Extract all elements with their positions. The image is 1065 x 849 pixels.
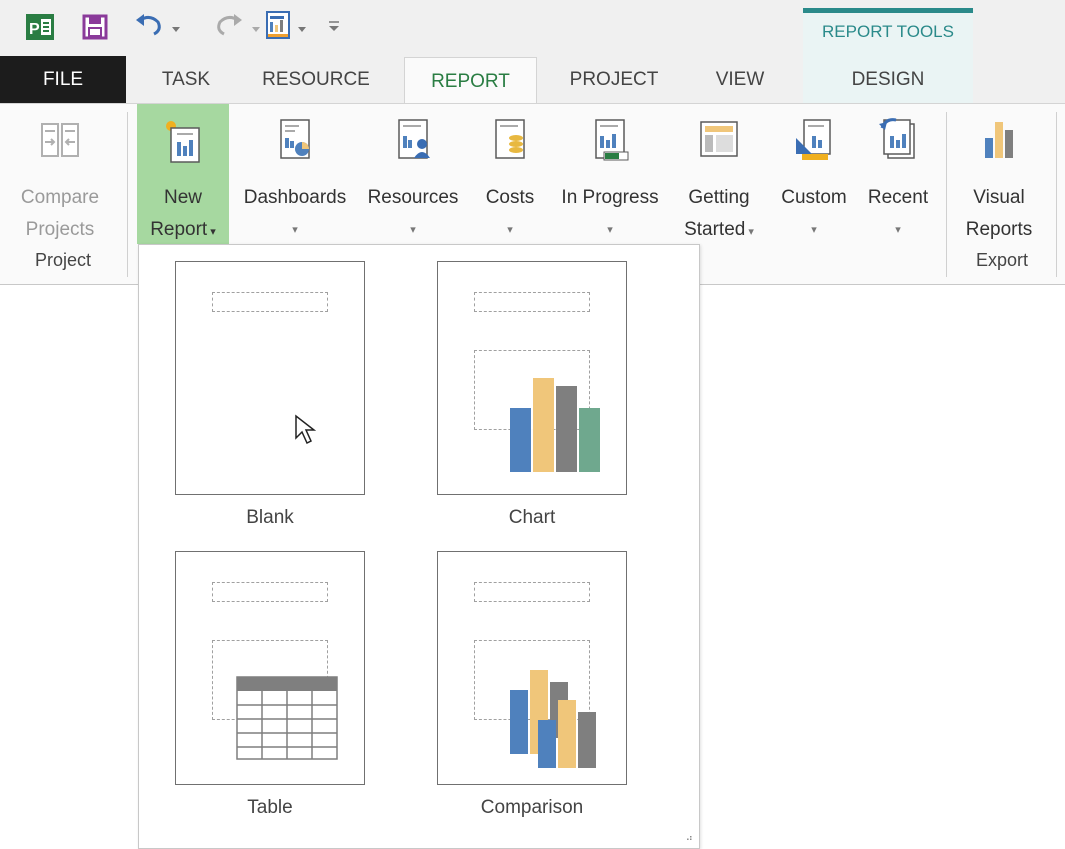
table-label: Table xyxy=(247,797,293,818)
ribbon-tabs: FILE TASK RESOURCE REPORT PROJECT VIEW D… xyxy=(0,56,1065,104)
getting-started-label-text: Started xyxy=(684,219,746,240)
new-report-icon xyxy=(163,116,203,164)
new-report-gallery: Blank Chart Table Comparison ⠴ xyxy=(138,244,700,849)
visual-reports-button[interactable]: Visual Reports xyxy=(952,104,1046,244)
dashboards-button[interactable]: Dashboards ▾ xyxy=(231,104,359,244)
in-progress-dropdown-arrow-icon: ▾ xyxy=(607,224,613,236)
title-placeholder xyxy=(474,582,590,602)
blank-report-tile[interactable] xyxy=(175,261,365,495)
project-logo-icon: P xyxy=(26,14,54,45)
custom-icon xyxy=(794,116,834,164)
resources-icon xyxy=(393,116,433,164)
new-report-label-text: Report xyxy=(150,219,208,240)
compare-label-line1: Compare xyxy=(20,187,100,208)
customize-qat-icon[interactable] xyxy=(328,20,340,39)
tab-file[interactable]: FILE xyxy=(0,56,126,103)
in-progress-button[interactable]: In Progress ▾ xyxy=(550,104,670,244)
new-report-label-line2: Report ▾ xyxy=(137,215,229,247)
in-progress-label: In Progress xyxy=(561,187,659,208)
chart-report-tile[interactable] xyxy=(437,261,627,495)
tab-design[interactable]: DESIGN xyxy=(803,56,973,103)
getting-started-dropdown-arrow-icon: ▾ xyxy=(745,226,754,238)
undo-icon[interactable] xyxy=(134,10,164,45)
resize-grip-icon[interactable]: ⠴ xyxy=(686,834,693,844)
title-placeholder xyxy=(474,292,590,312)
custom-button[interactable]: Custom ▾ xyxy=(768,104,860,244)
visual-reports-label-line1: Visual xyxy=(973,187,1025,208)
comparison-report-tile[interactable] xyxy=(437,551,627,785)
custom-dropdown-arrow-icon: ▾ xyxy=(811,224,817,236)
costs-label: Costs xyxy=(485,187,535,208)
costs-dropdown-arrow-icon: ▾ xyxy=(507,224,513,236)
new-report-dropdown-arrow-icon: ▾ xyxy=(207,226,216,238)
svg-text:P: P xyxy=(29,21,40,38)
getting-started-label-line1: Getting xyxy=(688,187,750,208)
recent-label: Recent xyxy=(867,187,929,208)
undo-dropdown-icon[interactable] xyxy=(172,22,182,40)
visual-reports-icon xyxy=(979,116,1019,164)
costs-icon xyxy=(490,116,530,164)
group-separator xyxy=(1056,112,1057,277)
getting-started-label-line2: Started ▾ xyxy=(674,215,764,247)
in-progress-icon xyxy=(590,116,630,164)
tab-task[interactable]: TASK xyxy=(146,56,226,103)
custom-label: Custom xyxy=(781,187,847,208)
compare-projects-button[interactable]: Compare Projects xyxy=(6,104,114,244)
recent-icon xyxy=(878,116,918,164)
tab-resource[interactable]: RESOURCE xyxy=(246,56,386,103)
contextual-accent-bar xyxy=(803,8,973,13)
report-dropdown-icon[interactable] xyxy=(264,10,292,47)
chart-label: Chart xyxy=(508,507,556,528)
dashboards-icon xyxy=(275,116,315,164)
table-report-tile[interactable] xyxy=(175,551,365,785)
visual-reports-label-line2: Reports xyxy=(965,219,1033,240)
dashboards-label: Dashboards xyxy=(243,187,347,208)
costs-button[interactable]: Costs ▾ xyxy=(476,104,544,244)
tab-report[interactable]: REPORT xyxy=(404,57,537,104)
comparison-label: Comparison xyxy=(480,797,584,818)
redo-icon[interactable] xyxy=(214,10,244,45)
group-separator xyxy=(127,112,128,277)
title-placeholder xyxy=(212,582,328,602)
report-tools-label: REPORT TOOLS xyxy=(822,22,954,41)
resources-label: Resources xyxy=(367,187,459,208)
resources-dropdown-arrow-icon: ▾ xyxy=(410,224,416,236)
comparison-thumbnail-icon xyxy=(510,670,596,768)
table-thumbnail-icon xyxy=(236,676,338,760)
tab-view[interactable]: VIEW xyxy=(700,56,780,103)
new-report-label-line1: New xyxy=(163,187,202,208)
new-report-button[interactable]: New Report ▾ xyxy=(137,104,229,244)
recent-dropdown-arrow-icon: ▾ xyxy=(895,224,901,236)
title-placeholder xyxy=(212,292,328,312)
redo-dropdown-icon[interactable] xyxy=(252,22,262,40)
recent-button[interactable]: Recent ▾ xyxy=(860,104,936,244)
tab-project[interactable]: PROJECT xyxy=(556,56,672,103)
dashboards-dropdown-arrow-icon: ▾ xyxy=(292,224,298,236)
resources-button[interactable]: Resources ▾ xyxy=(361,104,465,244)
report-dropdown-arrow-icon[interactable] xyxy=(298,22,308,40)
compare-projects-icon xyxy=(40,116,80,164)
group-label-project: Project xyxy=(34,250,92,270)
getting-started-button[interactable]: Getting Started ▾ xyxy=(674,104,764,244)
group-label-export: Export xyxy=(975,250,1029,270)
blank-label: Blank xyxy=(246,507,294,528)
chart-thumbnail-icon xyxy=(510,378,600,472)
mouse-pointer-icon xyxy=(294,414,317,451)
compare-label-line2: Projects xyxy=(25,219,95,240)
save-icon[interactable] xyxy=(82,14,108,45)
getting-started-icon xyxy=(699,116,739,164)
